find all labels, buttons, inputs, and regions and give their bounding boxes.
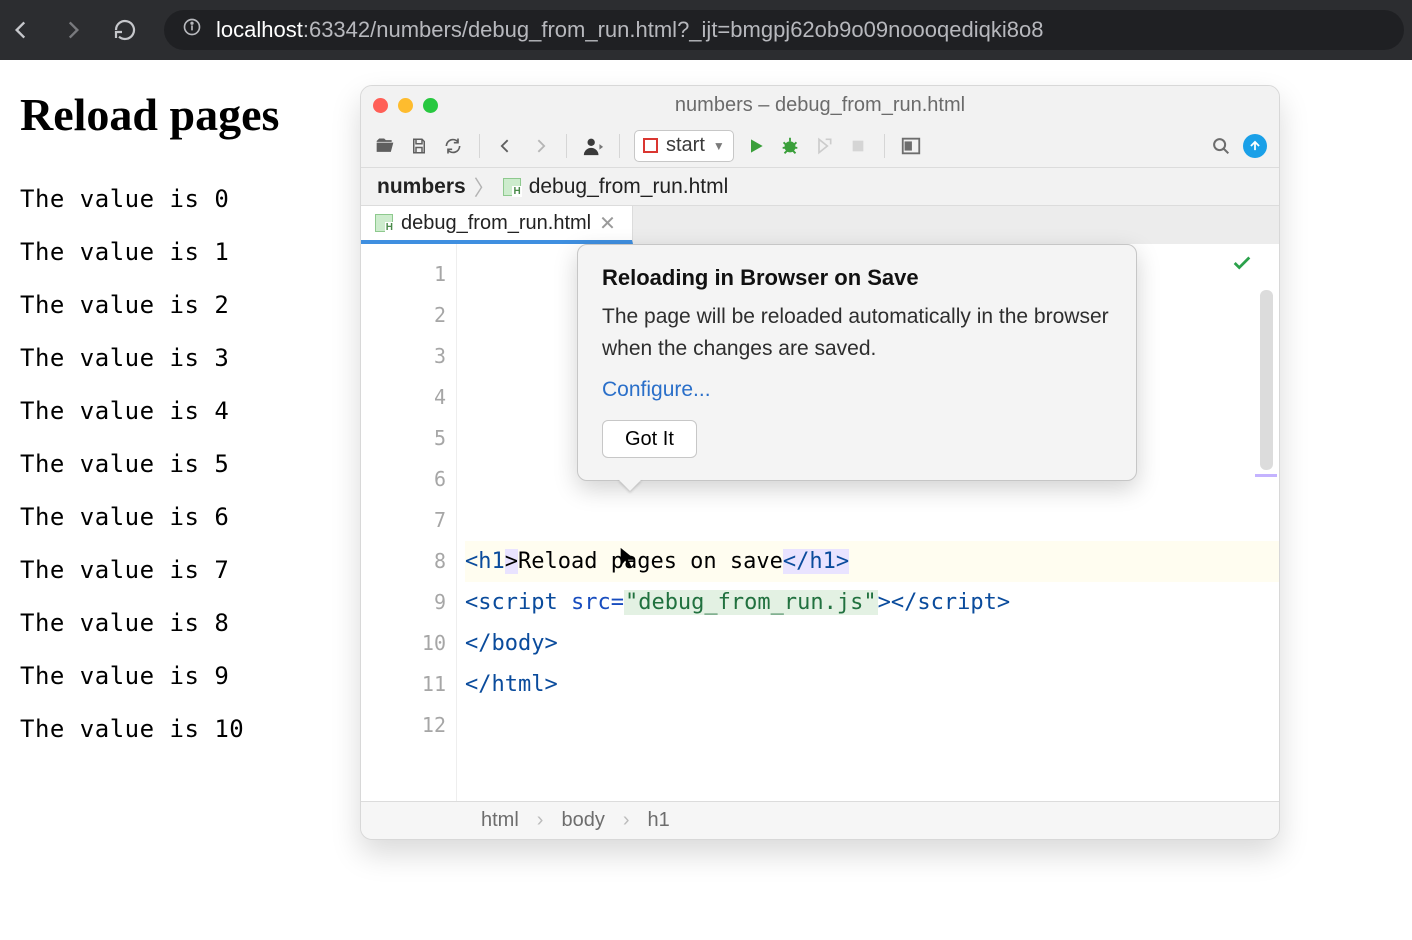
hint-popup: Reloading in Browser on Save The page wi… xyxy=(577,244,1137,481)
run-config-label: start xyxy=(666,134,705,157)
close-tab-icon[interactable]: ✕ xyxy=(599,211,616,236)
project-crumb[interactable]: numbers xyxy=(377,175,466,199)
code-line-10[interactable]: </body> xyxy=(465,623,1279,664)
nav-back-icon[interactable] xyxy=(494,134,518,158)
tag-breadcrumbs[interactable]: html › body › h1 xyxy=(361,801,1279,839)
tag-crumb[interactable]: html xyxy=(481,809,519,832)
run-config-selector[interactable]: start ▼ xyxy=(634,130,734,162)
nav-forward-icon[interactable] xyxy=(528,134,552,158)
popup-title: Reloading in Browser on Save xyxy=(602,265,1112,291)
open-file-icon[interactable] xyxy=(373,134,397,158)
configure-link[interactable]: Configure... xyxy=(602,378,711,401)
window-title: numbers – debug_from_run.html xyxy=(361,94,1279,117)
code-with-me-icon[interactable] xyxy=(581,134,605,158)
code-area[interactable]: <h1>Reload pages on save</h1> <script sr… xyxy=(457,244,1279,801)
reload-button[interactable] xyxy=(112,17,138,43)
ide-toolbar: start ▼ xyxy=(361,124,1279,168)
update-available-icon[interactable] xyxy=(1243,134,1267,158)
zoom-window-button[interactable] xyxy=(423,98,438,113)
debug-button[interactable] xyxy=(778,134,802,158)
minimize-window-button[interactable] xyxy=(398,98,413,113)
site-info-icon[interactable] xyxy=(182,17,202,43)
stop-button xyxy=(846,134,870,158)
popup-body: The page will be reloaded automatically … xyxy=(602,301,1112,364)
editor-tabs: debug_from_run.html ✕ xyxy=(361,206,1279,244)
html-file-icon xyxy=(503,178,521,196)
run-coverage-button[interactable] xyxy=(812,134,836,158)
save-icon[interactable] xyxy=(407,134,431,158)
line-gutter[interactable]: 1 2 3 4 5 6 7 8 9 10 11 12 xyxy=(361,244,457,801)
navigation-bar[interactable]: numbers 〉 debug_from_run.html xyxy=(361,168,1279,206)
browser-toolbar: localhost:63342/numbers/debug_from_run.h… xyxy=(0,0,1412,60)
address-bar[interactable]: localhost:63342/numbers/debug_from_run.h… xyxy=(164,10,1404,50)
sync-icon[interactable] xyxy=(441,134,465,158)
file-crumb[interactable]: debug_from_run.html xyxy=(529,175,729,199)
tag-crumb[interactable]: body xyxy=(561,809,604,832)
layout-settings-icon[interactable] xyxy=(899,134,923,158)
editor-tab[interactable]: debug_from_run.html ✕ xyxy=(361,206,633,244)
editor-tab-label: debug_from_run.html xyxy=(401,212,591,235)
back-button[interactable] xyxy=(8,17,34,43)
code-line-8[interactable]: <h1>Reload pages on save</h1> xyxy=(465,541,1279,582)
code-line-9[interactable]: <script src="debug_from_run.js"></script… xyxy=(465,582,1279,623)
code-line-11[interactable]: </html> xyxy=(465,664,1279,705)
forward-button[interactable] xyxy=(60,17,86,43)
url-text: localhost:63342/numbers/debug_from_run.h… xyxy=(216,17,1043,43)
window-titlebar[interactable]: numbers – debug_from_run.html xyxy=(361,86,1279,124)
chevron-down-icon: ▼ xyxy=(713,139,725,153)
editor-scrollbar[interactable] xyxy=(1260,290,1273,470)
html-file-icon xyxy=(375,214,393,232)
html-config-icon xyxy=(643,138,658,153)
error-stripe-mark[interactable] xyxy=(1255,474,1277,477)
ide-window: numbers – debug_from_run.html start ▼ xyxy=(360,85,1280,840)
run-button[interactable] xyxy=(744,134,768,158)
crumb-separator-icon: 〉 xyxy=(474,172,495,202)
tag-crumb[interactable]: h1 xyxy=(648,809,670,832)
close-window-button[interactable] xyxy=(373,98,388,113)
code-editor[interactable]: 1 2 3 4 5 6 7 8 9 10 11 12 <h1>Reload pa… xyxy=(361,244,1279,801)
search-everywhere-icon[interactable] xyxy=(1209,134,1233,158)
no-problems-icon[interactable] xyxy=(1231,252,1253,280)
got-it-button[interactable]: Got It xyxy=(602,420,697,458)
